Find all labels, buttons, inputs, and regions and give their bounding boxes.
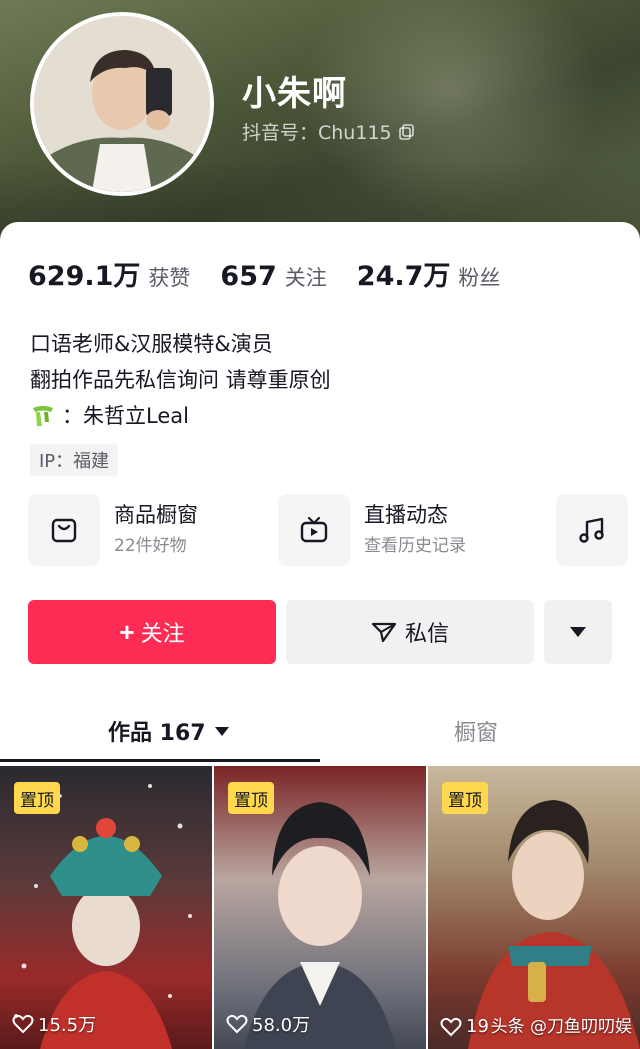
music-note-icon — [579, 517, 604, 543]
message-button[interactable]: 私信 — [286, 600, 534, 664]
feature-row: 商品橱窗 22件好物 直播动态 查看历史记录 — [28, 494, 628, 566]
video-thumbnail[interactable]: 置顶 58.0万 — [214, 766, 426, 1049]
like-count: 58.0万 — [226, 1011, 310, 1037]
ip-badge: IP：福建 — [30, 444, 119, 476]
douyin-id-text: 抖音号：Chu115 — [242, 122, 392, 144]
like-count: 15.5万 — [12, 1011, 96, 1037]
content-tabs: 作品 167 橱窗 — [0, 702, 640, 762]
feature-live[interactable]: 直播动态 查看历史记录 — [278, 494, 466, 566]
follow-button[interactable]: + 关注 — [28, 600, 276, 664]
stat-likes-label: 获赞 — [148, 266, 191, 290]
like-count-value: 58.0万 — [252, 1015, 311, 1036]
video-grid: 置顶 15.5万 置顶 58.0万 置顶 19 头条 @刀鱼叨叨娱 — [0, 766, 640, 1049]
bio-line-3-text: ：朱哲立Leal — [62, 404, 189, 428]
profile-banner: 小朱啊 抖音号：Chu115 — [0, 0, 640, 250]
action-row: + 关注 私信 — [28, 600, 612, 664]
bio-line-2: 翻拍作品先私信询问 请尊重原创 — [30, 368, 331, 392]
stat-likes[interactable]: 629.1万 获赞 — [28, 254, 190, 293]
scarf-icon — [33, 406, 53, 426]
caret-down-icon — [214, 727, 229, 736]
feature-shop-window[interactable]: 商品橱窗 22件好物 — [28, 494, 198, 566]
like-count-value: 19 — [466, 1016, 489, 1037]
stat-followers-value: 24.7万 — [356, 261, 451, 292]
feature-live-title: 直播动态 — [364, 503, 448, 527]
heart-icon — [226, 1014, 248, 1034]
more-dropdown-button[interactable] — [544, 600, 612, 664]
stat-likes-value: 629.1万 — [28, 261, 141, 292]
stat-followers[interactable]: 24.7万 粉丝 — [357, 254, 501, 293]
profile-card: 629.1万 获赞 657 关注 24.7万 粉丝 口语老师&汉服模特&演员 翻… — [0, 222, 640, 1049]
heart-icon — [12, 1014, 34, 1034]
copy-icon[interactable] — [398, 123, 416, 141]
stat-following-label: 关注 — [284, 266, 327, 290]
feature-shop-window-text: 商品橱窗 22件好物 — [114, 501, 198, 559]
follow-button-label: 关注 — [140, 621, 185, 646]
heart-icon — [440, 1017, 462, 1036]
shopping-bag-icon — [51, 518, 77, 543]
nickname: 小朱啊 — [242, 74, 347, 114]
tv-icon — [300, 516, 328, 543]
feature-music[interactable] — [556, 494, 628, 566]
watermark: 头条 @刀鱼叨叨娱 — [490, 1017, 632, 1037]
tab-shop-window[interactable]: 橱窗 — [454, 702, 498, 760]
tab-shop-window-label: 橱窗 — [454, 721, 499, 746]
avatar[interactable] — [34, 16, 210, 192]
avatar-portrait — [34, 16, 210, 192]
message-button-label: 私信 — [404, 621, 449, 646]
feature-live-text: 直播动态 查看历史记录 — [364, 501, 466, 559]
feature-music-icon-box — [556, 494, 628, 566]
avatar-ring[interactable] — [30, 12, 214, 196]
feature-live-subtitle: 查看历史记录 — [364, 536, 466, 556]
pinned-badge: 置顶 — [228, 782, 274, 814]
like-count: 19 — [440, 1016, 489, 1037]
tab-works-label: 作品 167 — [108, 721, 206, 746]
feature-live-icon-box — [278, 494, 350, 566]
stat-following-value: 657 — [220, 261, 277, 292]
douyin-id[interactable]: 抖音号：Chu115 — [242, 118, 416, 145]
stat-followers-label: 粉丝 — [458, 266, 501, 290]
stat-following[interactable]: 657 关注 — [220, 261, 326, 292]
video-thumbnail[interactable]: 置顶 19 头条 @刀鱼叨叨娱 — [428, 766, 640, 1049]
bio-line-3: ：朱哲立Leal — [30, 398, 331, 434]
bio: 口语老师&汉服模特&演员 翻拍作品先私信询问 请尊重原创 ：朱哲立Leal — [30, 326, 331, 434]
feature-shop-window-title: 商品橱窗 — [114, 503, 198, 527]
bio-line-1: 口语老师&汉服模特&演员 — [30, 332, 273, 356]
plus-icon: + — [119, 616, 135, 647]
stats-row: 629.1万 获赞 657 关注 24.7万 粉丝 — [28, 254, 530, 293]
feature-shop-window-subtitle: 22件好物 — [114, 536, 187, 556]
like-count-value: 15.5万 — [38, 1015, 97, 1036]
caret-down-icon — [570, 627, 586, 637]
tab-active-indicator — [0, 759, 320, 762]
feature-shop-window-icon-box — [28, 494, 100, 566]
pinned-badge: 置顶 — [14, 782, 60, 814]
send-icon — [371, 622, 397, 643]
tab-works[interactable]: 作品 167 — [108, 702, 230, 760]
video-thumbnail[interactable]: 置顶 15.5万 — [0, 766, 212, 1049]
pinned-badge: 置顶 — [442, 782, 488, 814]
